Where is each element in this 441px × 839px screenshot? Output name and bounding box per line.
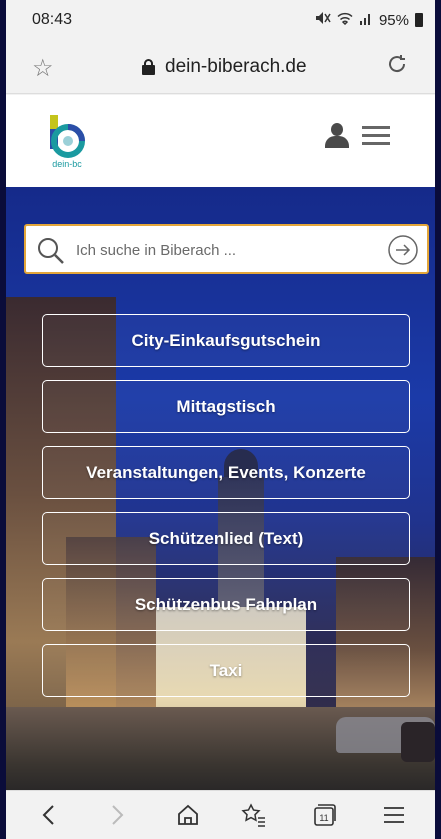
background-car (401, 722, 435, 762)
site-header: dein-bc (6, 95, 435, 187)
forward-icon[interactable] (102, 799, 134, 831)
url-field[interactable]: dein-biberach.de (142, 56, 307, 78)
back-icon[interactable] (32, 799, 64, 831)
status-icons: 95% (315, 11, 423, 29)
status-time: 08:43 (32, 11, 73, 28)
tabs-icon[interactable]: 11 (308, 799, 340, 831)
search-submit-arrow-icon[interactable] (387, 234, 419, 266)
wifi-icon (337, 11, 353, 29)
menu-lines-icon[interactable] (378, 799, 410, 831)
search-icon[interactable] (36, 236, 66, 266)
url-text: dein-biberach.de (165, 56, 307, 77)
signal-icon (359, 11, 373, 29)
hamburger-menu-icon[interactable] (362, 126, 390, 146)
city-einkaufsgutschein-button[interactable]: City-Einkaufsgutschein (42, 314, 410, 367)
schuetzenlied-button[interactable]: Schützenlied (Text) (42, 512, 410, 565)
reload-icon[interactable] (385, 52, 409, 83)
mittagstisch-button[interactable]: Mittagstisch (42, 380, 410, 433)
phone-screen: 08:43 95% ☆ dein-biberach.de dein-bc Ich… (6, 0, 435, 839)
lock-icon (142, 59, 155, 75)
schuetzenbus-fahrplan-button[interactable]: Schützenbus Fahrplan (42, 578, 410, 631)
veranstaltungen-button[interactable]: Veranstaltungen, Events, Konzerte (42, 446, 410, 499)
battery-percent: 95% (378, 11, 409, 29)
browser-bottom-nav: 11 (6, 790, 435, 839)
mute-icon (315, 11, 331, 29)
home-icon[interactable] (172, 799, 204, 831)
search-input[interactable] (76, 235, 376, 265)
bookmarks-icon[interactable] (238, 799, 270, 831)
browser-url-bar: ☆ dein-biberach.de (6, 42, 435, 94)
taxi-button[interactable]: Taxi (42, 644, 410, 697)
tabs-count: 11 (319, 813, 328, 823)
status-bar: 08:43 95% (6, 0, 435, 42)
battery-icon (415, 13, 423, 27)
logo-text: dein-bc (52, 159, 82, 169)
hero-section: City-Einkaufsgutschein Mittagstisch Vera… (6, 187, 435, 790)
search-box (24, 224, 429, 274)
user-icon[interactable] (324, 123, 350, 149)
bookmark-star-icon[interactable]: ☆ (32, 54, 54, 83)
